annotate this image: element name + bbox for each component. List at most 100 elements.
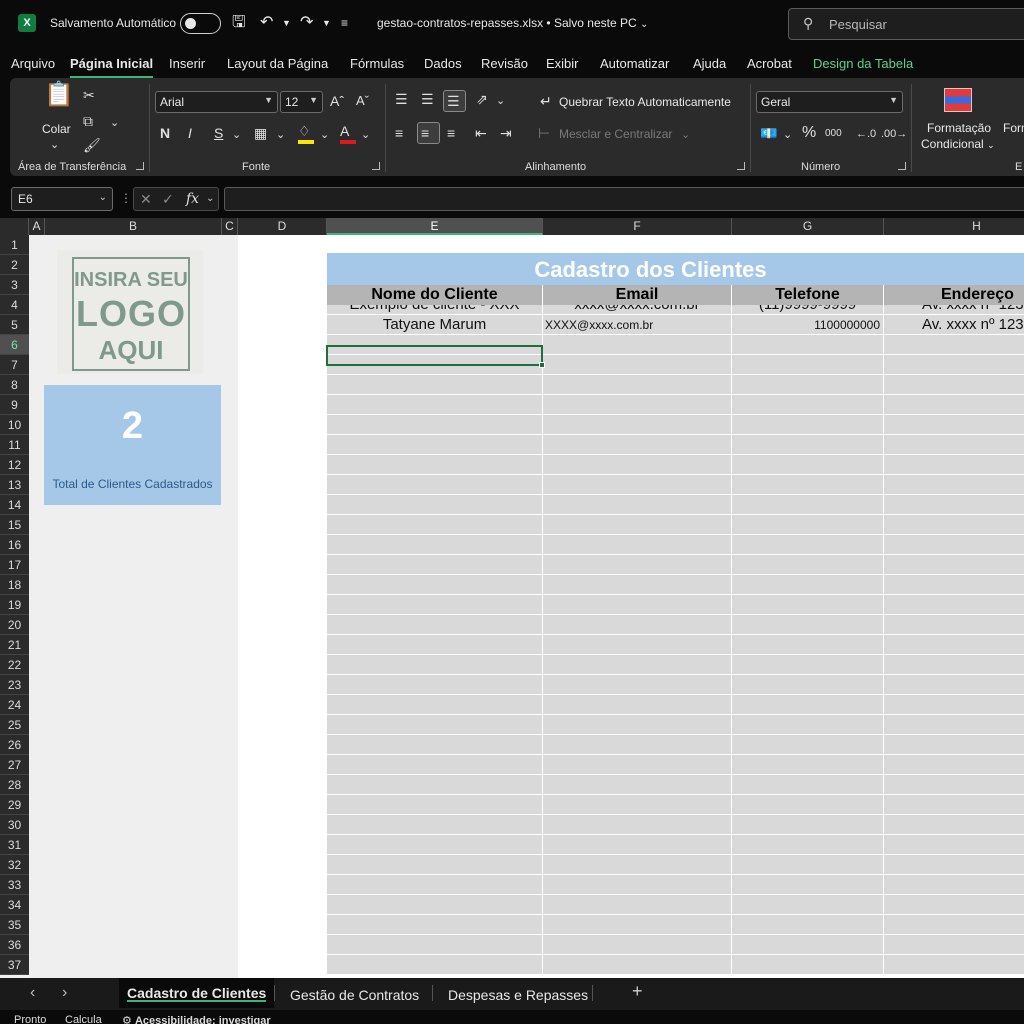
cancel-icon[interactable]: ✕ (140, 191, 152, 208)
align-bottom-button[interactable]: ☰ (443, 90, 466, 112)
empty-table-cell[interactable] (884, 355, 1024, 375)
tab-pagina-inicial[interactable]: Página Inicial (70, 56, 154, 78)
empty-table-cell[interactable] (732, 435, 884, 455)
empty-table-cell[interactable] (732, 335, 884, 355)
row-header-8[interactable]: 8 (0, 375, 29, 395)
row-header-16[interactable]: 16 (0, 535, 29, 555)
enter-icon[interactable]: ✓ (162, 191, 174, 208)
row-header-11[interactable]: 11 (0, 435, 29, 455)
increase-indent-icon[interactable]: ⇥ (500, 124, 512, 142)
empty-table-cell[interactable] (732, 795, 884, 815)
empty-table-cell[interactable] (327, 415, 543, 435)
empty-table-cell[interactable] (732, 475, 884, 495)
empty-table-cell[interactable] (884, 875, 1024, 895)
header-telefone[interactable]: Telefone (732, 285, 884, 305)
row-header-26[interactable]: 26 (0, 735, 29, 755)
row-header-31[interactable]: 31 (0, 835, 29, 855)
row-header-1[interactable]: 1 (0, 235, 29, 255)
row-header-25[interactable]: 25 (0, 715, 29, 735)
empty-table-cell[interactable] (884, 915, 1024, 935)
empty-table-cell[interactable] (543, 395, 732, 415)
decrease-font-icon[interactable]: Aˇ (356, 92, 369, 110)
empty-table-cell[interactable] (884, 475, 1024, 495)
tab-ajuda[interactable]: Ajuda (693, 56, 726, 71)
empty-table-cell[interactable] (884, 935, 1024, 955)
row-header-28[interactable]: 28 (0, 775, 29, 795)
row-header-20[interactable]: 20 (0, 615, 29, 635)
empty-table-cell[interactable] (543, 615, 732, 635)
copy-icon[interactable]: ⧉ (83, 112, 93, 130)
conditional-formatting-button[interactable]: Formatação (927, 121, 991, 135)
font-size-combo[interactable]: 12 ▼ (280, 91, 323, 113)
tab-exibir[interactable]: Exibir (546, 56, 579, 71)
row-header-2[interactable]: 2 (0, 255, 29, 275)
empty-table-cell[interactable] (543, 555, 732, 575)
empty-table-cell[interactable] (884, 515, 1024, 535)
empty-table-cell[interactable] (327, 835, 543, 855)
empty-table-cell[interactable] (732, 735, 884, 755)
empty-table-cell[interactable] (884, 955, 1024, 975)
font-launcher-icon[interactable] (372, 162, 380, 170)
tab-revisao[interactable]: Revisão (481, 56, 528, 71)
row-header-4[interactable]: 4 (0, 295, 29, 315)
empty-table-cell[interactable] (884, 895, 1024, 915)
row-header-37[interactable]: 37 (0, 955, 29, 975)
empty-table-cell[interactable] (884, 615, 1024, 635)
sheet-tab-despesas-e-repasses[interactable]: Despesas e Repasses (440, 980, 596, 1010)
borders-dropdown-icon[interactable]: ⌄ (276, 126, 285, 144)
empty-table-cell[interactable] (327, 515, 543, 535)
font-name-combo[interactable]: Arial ▼ (155, 91, 278, 113)
table-title[interactable]: Cadastro dos Clientes (327, 253, 1024, 285)
select-all-button[interactable] (0, 218, 29, 235)
empty-table-cell[interactable] (327, 455, 543, 475)
empty-table-cell[interactable] (543, 435, 732, 455)
customize-toolbar-icon[interactable]: ≡ (341, 12, 348, 34)
empty-table-cell[interactable] (884, 555, 1024, 575)
empty-table-cell[interactable] (543, 595, 732, 615)
tab-automatizar[interactable]: Automatizar (600, 56, 669, 71)
format-as-table-button[interactable]: Forma (1003, 121, 1024, 135)
empty-table-cell[interactable] (327, 775, 543, 795)
fill-handle[interactable] (539, 362, 545, 368)
thousands-button[interactable]: 000 (825, 125, 842, 143)
empty-table-cell[interactable] (732, 535, 884, 555)
empty-table-cell[interactable] (543, 715, 732, 735)
empty-table-cell[interactable] (732, 935, 884, 955)
row-header-23[interactable]: 23 (0, 675, 29, 695)
empty-table-cell[interactable] (732, 375, 884, 395)
empty-table-cell[interactable] (543, 775, 732, 795)
paste-button[interactable]: Colar (42, 122, 71, 136)
empty-table-cell[interactable] (327, 915, 543, 935)
row-header-27[interactable]: 27 (0, 755, 29, 775)
empty-table-cell[interactable] (884, 335, 1024, 355)
empty-table-cell[interactable] (327, 635, 543, 655)
empty-table-cell[interactable] (732, 895, 884, 915)
empty-table-cell[interactable] (732, 575, 884, 595)
empty-table-cell[interactable] (884, 855, 1024, 875)
empty-table-cell[interactable] (884, 795, 1024, 815)
font-color-dropdown-icon[interactable]: ⌄ (361, 126, 370, 144)
empty-table-cell[interactable] (884, 715, 1024, 735)
row-header-35[interactable]: 35 (0, 915, 29, 935)
number-launcher-icon[interactable] (898, 162, 906, 170)
row-header-32[interactable]: 32 (0, 855, 29, 875)
empty-table-cell[interactable] (884, 435, 1024, 455)
row-header-19[interactable]: 19 (0, 595, 29, 615)
empty-table-cell[interactable] (543, 755, 732, 775)
excel-icon[interactable]: X (18, 14, 36, 32)
empty-table-cell[interactable] (327, 435, 543, 455)
fill-color-icon[interactable]: ♢ (298, 122, 314, 144)
row-header-12[interactable]: 12 (0, 455, 29, 475)
row-header-15[interactable]: 15 (0, 515, 29, 535)
empty-table-cell[interactable] (543, 895, 732, 915)
row-header-5[interactable]: 5 (0, 315, 29, 335)
column-header-a[interactable]: A (29, 218, 45, 235)
row-header-22[interactable]: 22 (0, 655, 29, 675)
empty-table-cell[interactable] (732, 815, 884, 835)
alignment-launcher-icon[interactable] (737, 162, 745, 170)
empty-table-cell[interactable] (543, 535, 732, 555)
empty-table-cell[interactable] (327, 555, 543, 575)
empty-table-cell[interactable] (732, 835, 884, 855)
orientation-icon[interactable]: ⇗ (476, 90, 488, 108)
empty-table-cell[interactable] (543, 695, 732, 715)
